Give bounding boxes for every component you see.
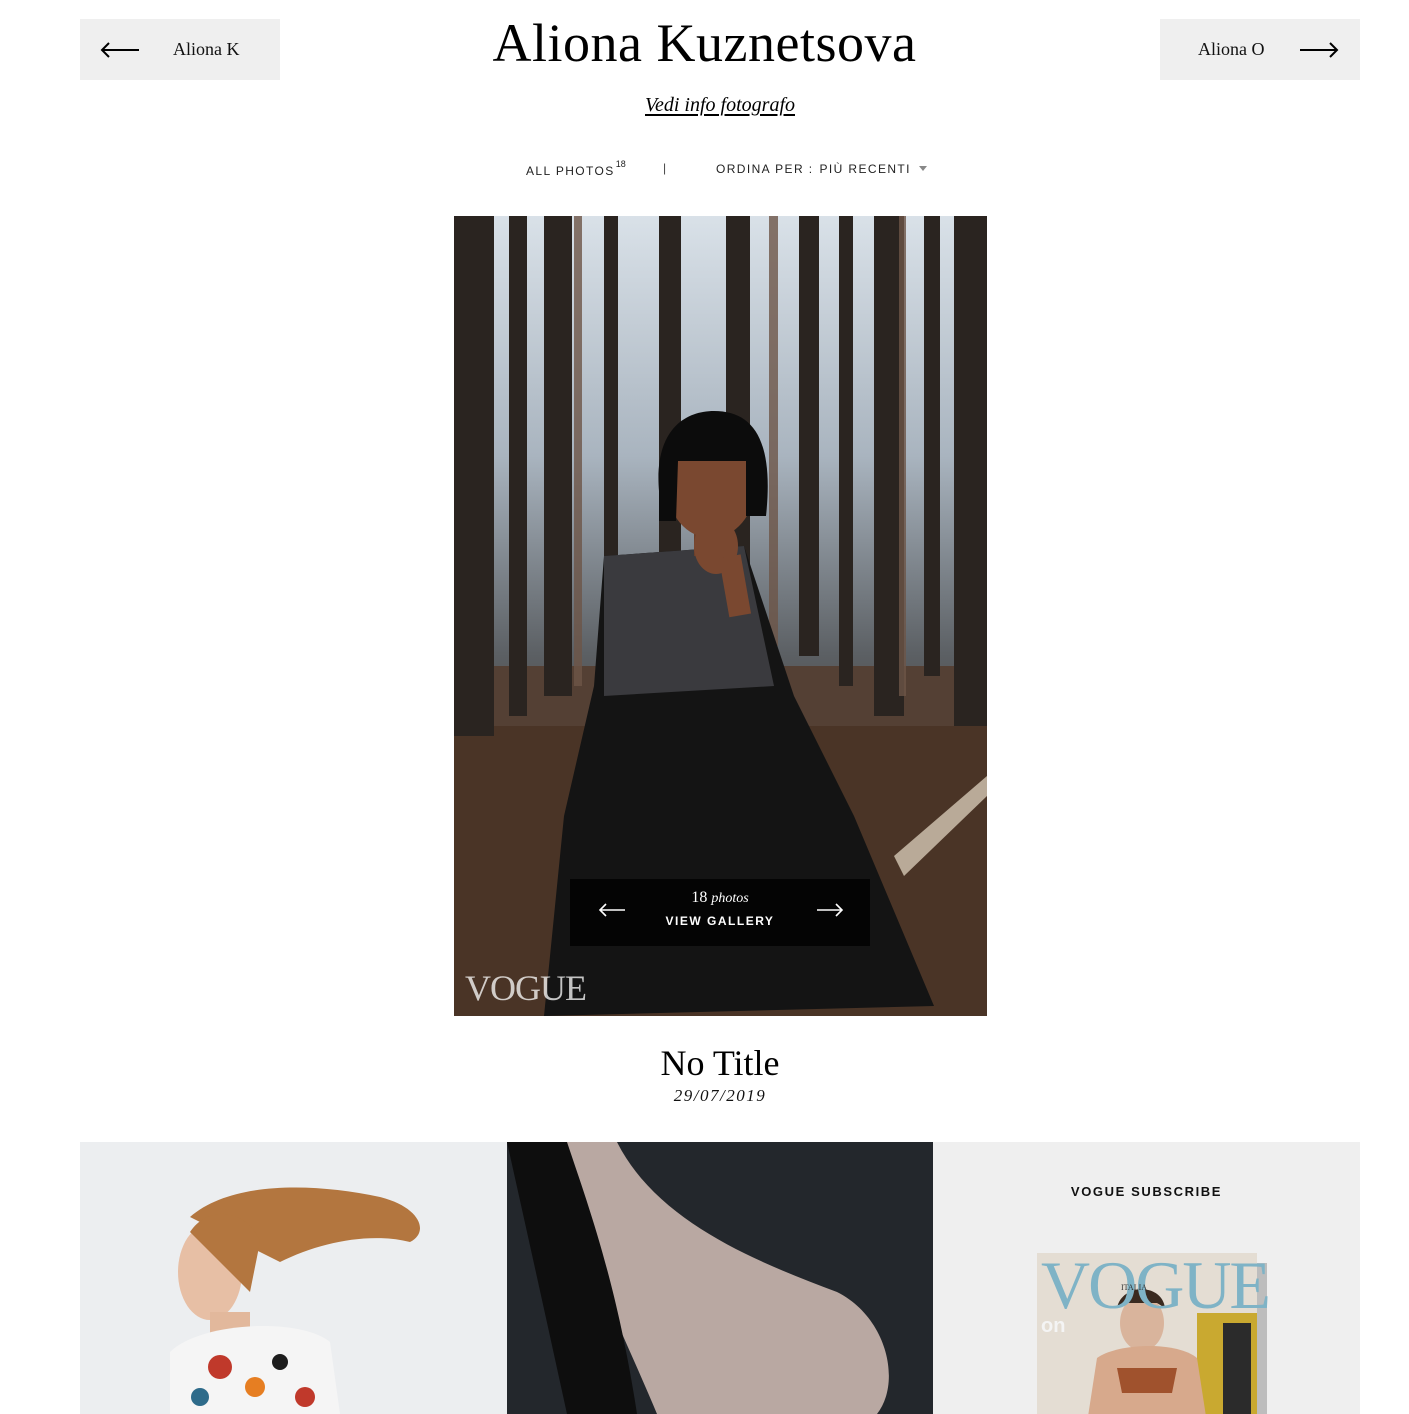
photo-date: 29/07/2019 <box>673 1086 767 1105</box>
filter-separator: | <box>663 161 668 175</box>
arrow-right-icon <box>1299 41 1339 58</box>
all-photos-label: ALL PHOTOS <box>526 164 615 178</box>
subscribe-title: VOGUE SUBSCRIBE <box>1070 1184 1223 1199</box>
vogue-watermark-logo: VOGUE <box>465 968 587 1008</box>
cover-tag: on <box>1041 1315 1066 1337</box>
sort-dropdown[interactable]: ORDINA PER : PIÙ RECENTI <box>716 162 927 176</box>
photo-thumbnail[interactable] <box>80 1142 507 1414</box>
photo-title[interactable]: No Title <box>0 1042 1409 1084</box>
next-photographer-button[interactable]: Aliona O <box>1160 19 1360 80</box>
gallery-overlay[interactable]: 18 photos VIEW GALLERY <box>570 879 870 946</box>
caret-down-icon <box>918 166 927 171</box>
sort-label: ORDINA PER : <box>716 162 814 176</box>
photo-thumbnail[interactable] <box>507 1142 933 1414</box>
all-photos-filter[interactable]: ALL PHOTOS18 <box>526 159 626 178</box>
cover-masthead: VOGUE <box>1041 1247 1271 1323</box>
filter-bar: ALL PHOTOS18 | ORDINA PER : PIÙ RECENTI <box>0 158 1409 180</box>
featured-photo[interactable]: 18 photos VIEW GALLERY VOGUE <box>454 216 987 1016</box>
gallery-next-icon[interactable] <box>816 903 844 922</box>
magazine-cover[interactable]: VOGUE ITALIA on <box>1037 1251 1271 1414</box>
sort-value: PIÙ RECENTI <box>819 162 911 176</box>
figure-study-image <box>507 1142 933 1414</box>
woman-flying-hair-image <box>80 1142 507 1414</box>
all-photos-count: 18 <box>615 159 626 169</box>
gallery-count-word: photos <box>711 891 749 906</box>
gallery-count-number: 18 <box>691 889 708 906</box>
cover-subtitle: ITALIA <box>1121 1283 1148 1292</box>
vogue-subscribe-promo[interactable]: VOGUE SUBSCRIBE VOGUE ITALIA on <box>933 1142 1360 1414</box>
next-photographer-label: Aliona O <box>1198 39 1265 59</box>
photographer-info-link[interactable]: Vedi info fotografo <box>0 94 1409 117</box>
